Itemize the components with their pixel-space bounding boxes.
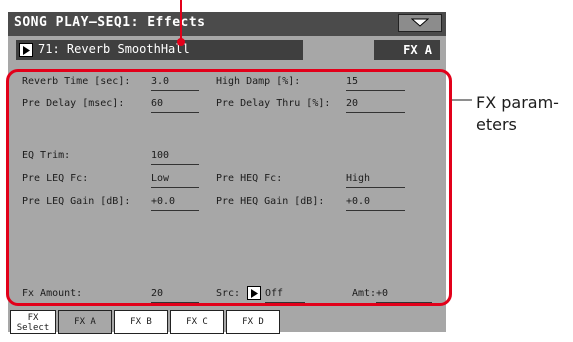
tab-fx-select[interactable]: FX Select	[10, 310, 56, 334]
fx-type-field[interactable]: 71: Reverb SmoothHall	[16, 40, 303, 60]
page-menu-button[interactable]	[398, 14, 442, 32]
fx-selector-row: 71: Reverb SmoothHall FX A	[8, 38, 446, 62]
triangle-down-icon	[411, 18, 429, 27]
callout-line-2: eters	[476, 115, 517, 134]
tab-fx-b[interactable]: FX B	[114, 310, 168, 334]
fx-slot-label: FX A	[374, 40, 440, 60]
title-bar: SONG PLAY–SEQ1: Effects	[8, 12, 446, 36]
callout-pointer	[177, 0, 185, 46]
tab-fx-select-line-1: FX	[27, 313, 39, 323]
tab-fx-a[interactable]: FX A	[58, 310, 112, 334]
tab-fx-c[interactable]: FX C	[170, 310, 224, 334]
fx-parameters-highlight	[6, 69, 452, 306]
callout-line-1: FX param-	[476, 93, 559, 112]
callout-annotation: FX param- eters	[476, 92, 559, 136]
tab-fx-select-line-2: Select	[16, 323, 50, 333]
triangle-right-icon	[23, 46, 30, 55]
fx-type-popup-button[interactable]	[19, 43, 33, 57]
tab-fx-d[interactable]: FX D	[226, 310, 280, 334]
callout-line	[452, 99, 472, 101]
fx-type-name: 71: Reverb SmoothHall	[38, 42, 190, 56]
